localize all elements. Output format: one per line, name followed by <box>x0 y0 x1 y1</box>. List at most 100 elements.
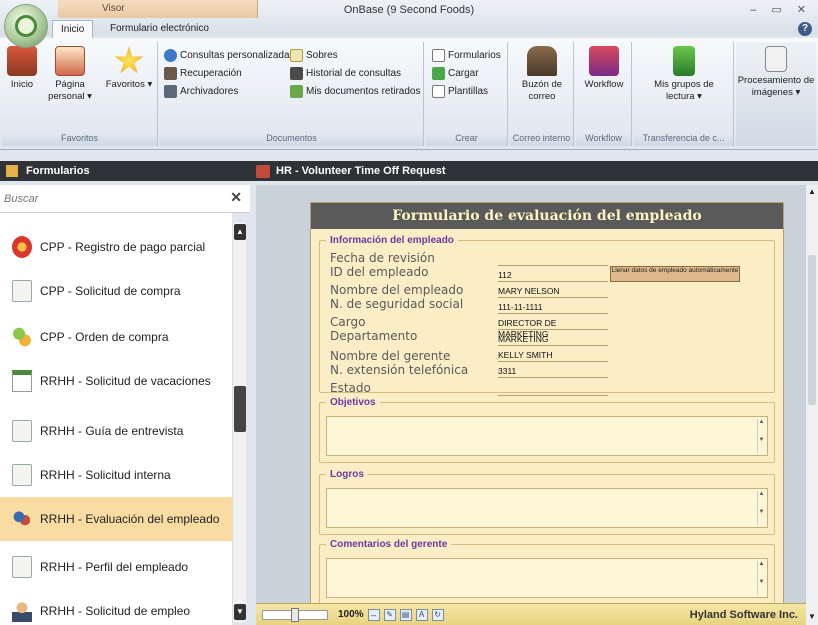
retirados-button[interactable]: Mis documentos retirados <box>290 82 421 100</box>
list-item-label: RRHH - Solicitud de vacaciones <box>40 374 211 388</box>
fecha-field[interactable] <box>498 254 608 266</box>
mailbox-icon <box>527 46 557 76</box>
checked-out-icon <box>290 84 303 98</box>
workflow-icon <box>589 46 619 76</box>
consultas-button[interactable]: Consultas personalizadas <box>164 46 295 64</box>
sobres-button[interactable]: Sobres <box>290 46 338 64</box>
scroll-thumb[interactable] <box>234 386 246 432</box>
procesamiento-label: Procesamiento de imágenes ▾ <box>737 75 815 98</box>
pagina-personal-label: Página personal ▾ <box>48 79 92 102</box>
autofill-employee-button[interactable]: Llenar datos de empleado automáticamente <box>610 266 740 282</box>
viewer-scrollbar[interactable]: ▲ ▼ <box>806 185 818 625</box>
cargar-button[interactable]: Cargar <box>432 64 479 82</box>
list-item-label: RRHH - Perfil del empleado <box>40 560 189 574</box>
workflow-button[interactable]: Workflow <box>580 46 628 91</box>
buzon-label: Buzón de correo <box>521 79 563 102</box>
historial-button[interactable]: Historial de consultas <box>290 64 401 82</box>
viewer-scroll-thumb[interactable] <box>808 255 816 405</box>
mis-grupos-button[interactable]: Mis grupos de lectura ▾ <box>642 46 726 103</box>
viewer-scroll-down[interactable]: ▼ <box>808 612 816 621</box>
archivadores-label: Archivadores <box>180 85 239 97</box>
envelope-icon <box>290 48 303 62</box>
application-orb-button[interactable] <box>4 4 48 48</box>
scroll-up-button[interactable]: ▲ <box>234 224 246 240</box>
list-item-selected[interactable]: RRHH - Evaluación del empleado <box>0 497 232 541</box>
search-input[interactable] <box>4 189 224 209</box>
label-nombre: Nombre del empleado <box>330 283 464 297</box>
inicio-button[interactable]: Inicio <box>4 46 40 91</box>
tab-inicio[interactable]: Inicio <box>52 20 94 38</box>
pin-icon[interactable]: ✎ <box>383 608 396 621</box>
list-item[interactable]: RRHH - Solicitud de vacaciones <box>0 359 232 403</box>
pagina-personal-button[interactable]: Página personal ▾ <box>48 46 92 103</box>
formularios-button[interactable]: Formularios <box>432 46 501 64</box>
group-procesamiento: Procesamiento de imágenes ▾ <box>736 42 816 146</box>
cargo-field[interactable]: DIRECTOR DE MARKETING <box>498 318 608 339</box>
list-item[interactable]: RRHH - Solicitud de empleo <box>0 589 232 625</box>
list-item[interactable]: CPP - Registro de pago parcial <box>0 225 232 269</box>
departamento-field[interactable]: MARKETING <box>498 334 608 346</box>
textarea-scrollbar[interactable]: ▲ ▼ <box>757 491 765 525</box>
recuperacion-button[interactable]: Recuperación <box>164 64 242 82</box>
group-label-crear: Crear <box>426 133 507 146</box>
id-field[interactable]: 112 <box>498 270 608 282</box>
textarea-scrollbar[interactable]: ▲ ▼ <box>757 419 765 453</box>
buzon-button[interactable]: Buzón de correo <box>514 46 570 103</box>
people-icon <box>12 508 32 530</box>
archivadores-button[interactable]: Archivadores <box>164 82 238 100</box>
print-icon[interactable]: ▤ <box>399 608 412 621</box>
viewer-header: HR - Volunteer Time Off Request <box>250 161 818 181</box>
estado-field[interactable] <box>498 384 608 396</box>
clear-search-icon[interactable]: ✕ <box>230 189 242 206</box>
list-item[interactable]: RRHH - Solicitud interna <box>0 453 232 497</box>
calendar-icon <box>12 370 32 392</box>
favoritos-btn-label: Favoritos ▾ <box>105 79 153 90</box>
list-item-label: CPP - Registro de pago parcial <box>40 240 206 254</box>
comentarios-legend: Comentarios del gerente <box>330 539 448 550</box>
gerente-field[interactable]: KELLY SMITH <box>498 350 608 362</box>
procesamiento-button[interactable]: Procesamiento de imágenes ▾ <box>736 46 816 99</box>
list-item[interactable]: RRHH - Perfil del empleado <box>0 545 232 589</box>
history-icon <box>290 66 303 80</box>
label-cargo: Cargo <box>330 315 366 329</box>
logros-textarea[interactable]: ▲ ▼ <box>326 488 768 528</box>
scroll-down-button[interactable]: ▼ <box>234 604 246 620</box>
image-processing-icon <box>765 46 787 72</box>
left-panel-header: Formularios <box>0 161 250 181</box>
folder-icon <box>6 165 18 177</box>
seguridad-field[interactable]: 111-11-1111 <box>498 302 608 314</box>
favoritos-button[interactable]: Favoritos ▾ <box>104 46 154 91</box>
list-item[interactable]: CPP - Solicitud de compra <box>0 269 232 313</box>
zoom-slider[interactable] <box>262 607 328 622</box>
list-item-label: RRHH - Guía de entrevista <box>40 424 184 438</box>
tab-formulario-electronico[interactable]: Formulario electrónico <box>102 20 217 38</box>
textarea-scrollbar[interactable]: ▲ ▼ <box>757 561 765 595</box>
group-transferencia: Mis grupos de lectura ▾ Transferencia de… <box>634 42 734 146</box>
text-icon[interactable]: A <box>415 608 428 621</box>
forms-list-scrollbar[interactable]: ▲ ▼ <box>232 222 246 622</box>
viewer-scroll-up[interactable]: ▲ <box>808 187 816 196</box>
home-icon <box>7 46 37 76</box>
employee-info-section: Información del empleado Fecha de revisi… <box>319 235 775 396</box>
objetivos-textarea[interactable]: ▲ ▼ <box>326 416 768 456</box>
comentarios-textarea[interactable]: ▲ ▼ <box>326 558 768 598</box>
fit-width-icon[interactable]: ↔ <box>367 608 380 621</box>
list-item[interactable]: CPP - Orden de compra <box>0 315 232 359</box>
label-gerente: Nombre del gerente <box>330 349 451 363</box>
plantillas-button[interactable]: Plantillas <box>432 82 488 100</box>
historial-label: Historial de consultas <box>306 67 402 79</box>
window-title: OnBase (9 Second Foods) <box>343 4 475 16</box>
evaluation-form: Formulario de evaluación del empleado In… <box>310 202 784 612</box>
reading-groups-icon <box>673 46 695 76</box>
window-controls[interactable]: – ▭ ✕ <box>750 3 812 16</box>
extension-field[interactable]: 3311 <box>498 366 608 378</box>
job-application-icon <box>12 600 32 622</box>
refresh-icon[interactable]: ↻ <box>431 608 444 621</box>
help-icon[interactable]: ? <box>798 22 812 36</box>
zoom-slider-knob[interactable] <box>291 607 299 622</box>
ribbon-tabs: Inicio Formulario electrónico ? <box>0 18 818 38</box>
form-icon <box>432 48 445 62</box>
retirados-label: Mis documentos retirados <box>306 85 421 97</box>
nombre-field[interactable]: MARY NELSON <box>498 286 608 298</box>
list-item[interactable]: RRHH - Guía de entrevista <box>0 409 232 453</box>
